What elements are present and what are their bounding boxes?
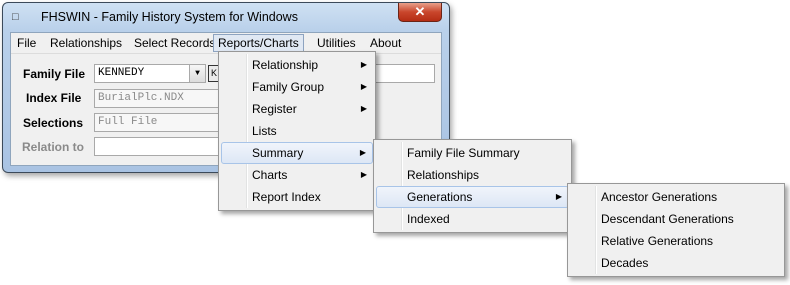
menu-item-family-group[interactable]: Family Group ▶ (221, 76, 373, 98)
title-bar[interactable]: □ FHSWIN - Family History System for Win… (3, 3, 449, 31)
menu-item-charts[interactable]: Charts ▶ (221, 164, 373, 186)
close-button[interactable]: ✕ (398, 3, 442, 22)
submenu-arrow-icon: ▶ (360, 104, 367, 113)
menu-utilities[interactable]: Utilities (313, 34, 360, 52)
generations-submenu: Ancestor Generations Descendant Generati… (567, 183, 785, 277)
reports-charts-menu: Relationship ▶ Family Group ▶ Register ▶ Li… (218, 51, 376, 211)
relation-to-field[interactable] (94, 137, 224, 156)
app-icon[interactable]: □ (12, 11, 24, 23)
menu-item-descendant-generations[interactable]: Descendant Generations (570, 208, 782, 230)
menu-item-lists[interactable]: Lists (221, 120, 373, 142)
menu-file[interactable]: File (13, 34, 40, 52)
selections-field[interactable]: Full File (94, 113, 224, 132)
window-title: FHSWIN - Family History System for Windo… (41, 10, 298, 24)
index-file-label: Index File (26, 91, 82, 105)
menu-item-register[interactable]: Register ▶ (221, 98, 373, 120)
menu-item-family-file-summary[interactable]: Family File Summary (376, 142, 569, 164)
menu-relationships[interactable]: Relationships (46, 34, 126, 52)
submenu-arrow-icon: ▶ (360, 60, 367, 69)
menu-item-summary[interactable]: Summary ▶ (221, 142, 373, 164)
submenu-arrow-icon: ▶ (555, 192, 562, 201)
family-file-label: Family File (23, 67, 86, 81)
submenu-arrow-icon: ▶ (360, 170, 367, 179)
family-file-combo[interactable]: KENNEDY ▼ (94, 64, 206, 83)
menu-item-generations[interactable]: Generations ▶ (376, 186, 569, 208)
menu-item-indexed[interactable]: Indexed (376, 208, 569, 230)
submenu-arrow-icon: ▶ (359, 148, 366, 157)
index-file-field[interactable]: BurialPlc.NDX (94, 89, 224, 108)
menu-item-decades[interactable]: Decades (570, 252, 782, 274)
menu-item-relationship[interactable]: Relationship ▶ (221, 54, 373, 76)
family-file-value: KENNEDY (98, 67, 145, 79)
menu-item-relationships[interactable]: Relationships (376, 164, 569, 186)
submenu-arrow-icon: ▶ (360, 82, 367, 91)
summary-submenu: Family File Summary Relationships Genera… (373, 139, 572, 233)
menu-item-report-index[interactable]: Report Index (221, 186, 373, 208)
chevron-down-icon[interactable]: ▼ (189, 65, 205, 82)
menu-item-ancestor-generations[interactable]: Ancestor Generations (570, 186, 782, 208)
menu-item-relative-generations[interactable]: Relative Generations (570, 230, 782, 252)
selections-label: Selections (23, 116, 84, 130)
menu-select-records[interactable]: Select Records (130, 34, 219, 52)
menu-reports-charts[interactable]: Reports/Charts (213, 34, 304, 52)
menu-about[interactable]: About (366, 34, 405, 52)
relation-to-label: Relation to (22, 140, 84, 154)
family-file-extra-field[interactable] (373, 64, 435, 83)
